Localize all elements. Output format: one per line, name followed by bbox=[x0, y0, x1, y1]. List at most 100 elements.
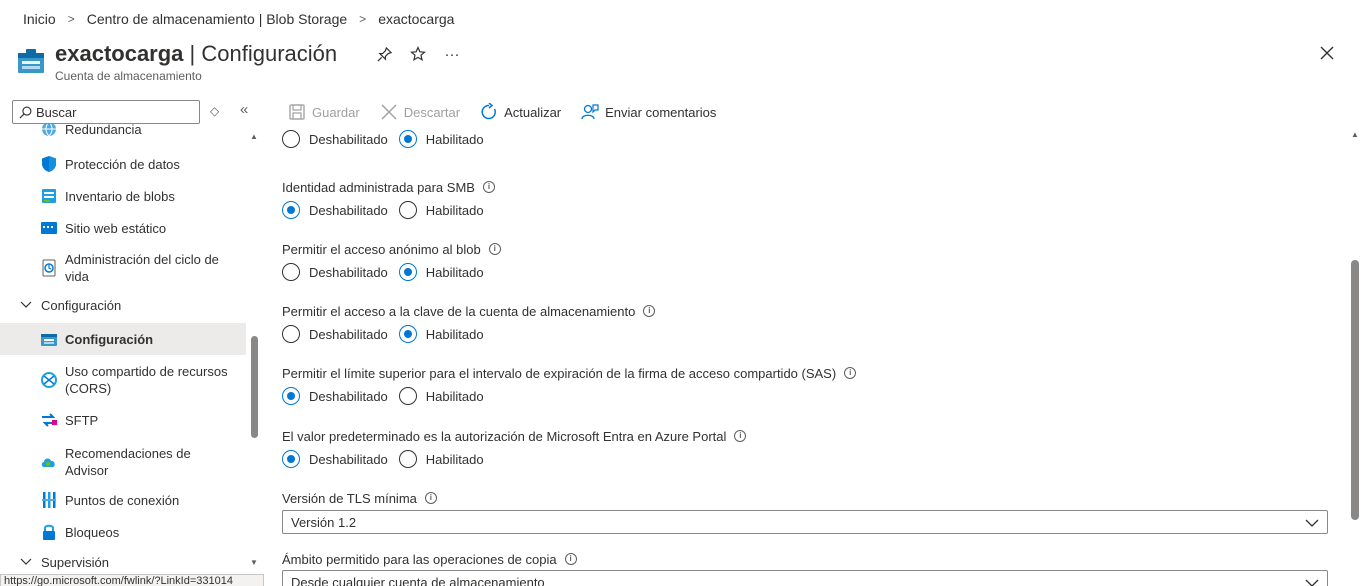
main-scrollbar[interactable]: ▲ bbox=[1348, 128, 1362, 586]
radio-enabled[interactable]: Habilitado bbox=[398, 450, 484, 468]
breadcrumb-resource[interactable]: exactocarga bbox=[378, 11, 454, 27]
sidebar-item-ciclo-vida[interactable]: Administración del ciclo de vida bbox=[0, 246, 246, 286]
info-icon[interactable]: i bbox=[643, 305, 656, 317]
radio-circle[interactable] bbox=[398, 263, 417, 281]
dropdown-value: Desde cualquier cuenta de almacenamiento bbox=[291, 574, 545, 586]
sidebar-scrollbar[interactable]: ▲ ▼ bbox=[248, 130, 262, 570]
scroll-up-icon[interactable]: ▲ bbox=[250, 132, 258, 141]
info-icon[interactable]: i bbox=[482, 181, 495, 193]
radio-enabled[interactable]: Habilitado bbox=[398, 201, 484, 219]
sidebar-item-cors[interactable]: Uso compartido de recursos (CORS) bbox=[0, 358, 246, 398]
sidebar-item-puntos-conexion[interactable]: Puntos de conexión bbox=[0, 484, 246, 516]
tls-version-dropdown[interactable]: Versión 1.2 bbox=[282, 510, 1328, 534]
refresh-icon bbox=[481, 103, 496, 120]
radio-enabled[interactable]: Habilitado bbox=[398, 387, 484, 405]
sidebar-search[interactable] bbox=[12, 100, 200, 124]
page-subtitle: Cuenta de almacenamiento bbox=[55, 69, 202, 83]
scroll-up-icon[interactable]: ▲ bbox=[1351, 130, 1359, 139]
expand-all-icon[interactable]: ◇ bbox=[210, 104, 219, 118]
sidebar-item-configuracion[interactable]: Configuración bbox=[0, 323, 246, 355]
info-icon[interactable]: i bbox=[488, 243, 501, 255]
pin-icon[interactable] bbox=[374, 44, 394, 64]
info-icon[interactable]: i bbox=[734, 430, 747, 442]
radio-circle[interactable] bbox=[282, 201, 300, 219]
radio-circle[interactable] bbox=[398, 387, 417, 405]
search-input[interactable] bbox=[36, 104, 196, 120]
radio-enabled[interactable]: Habilitado bbox=[398, 130, 484, 148]
radio-label: Habilitado bbox=[425, 451, 484, 467]
radio-disabled[interactable]: Deshabilitado bbox=[282, 201, 388, 219]
setting-sas-expiration: Permitir el límite superior para el inte… bbox=[282, 365, 1332, 405]
radio-circle[interactable] bbox=[282, 130, 300, 148]
radio-enabled[interactable]: Habilitado bbox=[398, 325, 484, 343]
radio-circle[interactable] bbox=[282, 263, 300, 281]
radio-disabled[interactable]: Deshabilitado bbox=[282, 325, 388, 343]
sidebar-item-redundancia[interactable]: Redundancia bbox=[0, 124, 246, 142]
discard-label: Descartar bbox=[403, 104, 461, 120]
close-icon[interactable] bbox=[1318, 44, 1336, 62]
breadcrumb: Inicio > Centro de almacenamiento | Blob… bbox=[23, 10, 454, 28]
refresh-button[interactable]: Actualizar bbox=[480, 103, 561, 121]
info-icon[interactable]: i bbox=[844, 367, 857, 379]
more-options-icon[interactable]: ··· bbox=[442, 44, 462, 64]
save-button[interactable]: Guardar bbox=[288, 103, 360, 121]
page-header: exactocarga | Configuración Cuenta de al… bbox=[55, 40, 337, 83]
radio-circle[interactable] bbox=[282, 387, 300, 405]
breadcrumb-separator-icon: > bbox=[67, 12, 75, 26]
setting-label-text: Permitir el acceso a la clave de la cuen… bbox=[282, 303, 636, 319]
radio-group: Deshabilitado Habilitado bbox=[282, 450, 1332, 468]
star-icon[interactable] bbox=[408, 44, 428, 64]
sidebar-scroll-thumb[interactable] bbox=[251, 336, 258, 438]
discard-button[interactable]: Descartar bbox=[380, 103, 460, 121]
resource-name: exactocarga bbox=[55, 41, 184, 66]
sidebar-item-sftp[interactable]: SFTP bbox=[0, 404, 246, 436]
radio-label: Habilitado bbox=[425, 388, 484, 404]
radio-circle[interactable] bbox=[282, 450, 300, 468]
radio-circle[interactable] bbox=[398, 201, 417, 219]
feedback-button[interactable]: Enviar comentarios bbox=[581, 103, 716, 121]
chevron-down-icon bbox=[1305, 579, 1319, 586]
copy-scope-dropdown[interactable]: Desde cualquier cuenta de almacenamiento bbox=[282, 570, 1328, 586]
info-icon[interactable]: i bbox=[424, 492, 437, 504]
radio-group: Deshabilitado Habilitado bbox=[282, 325, 1332, 343]
settings-panel: Deshabilitado Habilitado Identidad admin… bbox=[262, 128, 1347, 586]
storage-config-icon bbox=[41, 334, 57, 346]
setting-label-text: Identidad administrada para SMB bbox=[282, 179, 475, 195]
radio-circle[interactable] bbox=[398, 130, 417, 148]
radio-disabled[interactable]: Deshabilitado bbox=[282, 130, 388, 148]
sidebar-item-bloqueos[interactable]: Bloqueos bbox=[0, 516, 246, 548]
dropdown-value: Versión 1.2 bbox=[291, 514, 357, 530]
radio-disabled[interactable]: Deshabilitado bbox=[282, 387, 388, 405]
collapse-sidebar-icon[interactable]: « bbox=[240, 101, 248, 118]
sidebar-item-proteccion-datos[interactable]: Protección de datos bbox=[0, 148, 246, 180]
setting-label: Versión de TLS mínima i bbox=[282, 490, 1332, 506]
radio-disabled[interactable]: Deshabilitado bbox=[282, 450, 388, 468]
sidebar-item-sitio-web[interactable]: Sitio web estático bbox=[0, 212, 246, 244]
sidebar-item-advisor[interactable]: Recomendaciones de Advisor bbox=[0, 440, 246, 480]
group-supervision[interactable]: Supervisión bbox=[0, 551, 246, 570]
info-icon[interactable]: i bbox=[564, 553, 577, 565]
sidebar-item-inventario-blobs[interactable]: Inventario de blobs bbox=[0, 180, 246, 212]
cors-icon bbox=[41, 372, 57, 388]
refresh-label: Actualizar bbox=[504, 104, 562, 120]
radio-circle[interactable] bbox=[398, 450, 417, 468]
chevron-down-icon bbox=[1305, 519, 1319, 527]
scroll-down-icon[interactable]: ▼ bbox=[250, 558, 258, 567]
setting-label-text: Versión de TLS mínima bbox=[282, 490, 417, 506]
sidebar-item-label: Inventario de blobs bbox=[65, 189, 175, 204]
radio-circle[interactable] bbox=[398, 325, 417, 343]
globe-icon bbox=[42, 124, 56, 137]
radio-disabled[interactable]: Deshabilitado bbox=[282, 263, 388, 281]
group-configuracion[interactable]: Configuración bbox=[0, 294, 246, 318]
shield-icon bbox=[42, 156, 56, 172]
main-scroll-thumb[interactable] bbox=[1351, 260, 1359, 520]
breadcrumb-inicio[interactable]: Inicio bbox=[23, 11, 56, 27]
radio-label: Deshabilitado bbox=[309, 388, 388, 404]
setting-hidden-top: Deshabilitado Habilitado bbox=[282, 128, 1332, 148]
setting-entra-default: El valor predeterminado es la autorizaci… bbox=[282, 428, 1332, 468]
radio-group: Deshabilitado Habilitado bbox=[282, 263, 1332, 281]
breadcrumb-storage-center[interactable]: Centro de almacenamiento | Blob Storage bbox=[87, 11, 347, 27]
radio-circle[interactable] bbox=[282, 325, 300, 343]
inventory-icon bbox=[42, 189, 56, 203]
radio-enabled[interactable]: Habilitado bbox=[398, 263, 484, 281]
